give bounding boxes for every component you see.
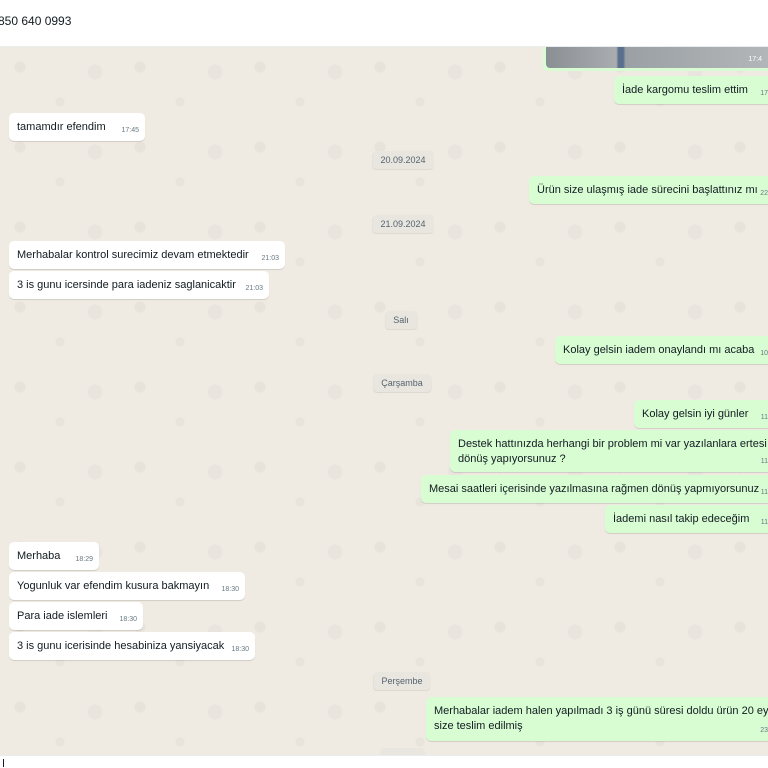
message-text: Kolay gelsin iyi günler [642,408,749,420]
message-text: Mesai saatleri içerisinde yazılmasına ra… [429,483,760,495]
message-time: 17:45 [121,127,139,134]
message-time: 10 [760,350,768,357]
incoming-message[interactable]: Para iade islemleri 18:30 [9,602,143,630]
message-text: Yogunluk var efendim kusura bakmayın [17,580,210,592]
message-time: 21:03 [245,285,263,292]
message-text: Ürün size ulaşmış iade sürecini başlattı… [537,184,758,196]
message-time: 11 [760,414,768,421]
date-divider [380,748,425,755]
message-text: 3 is gunu icersinde para iadeniz saglani… [17,279,236,291]
image-thumbnail[interactable]: 17:4 [546,47,768,68]
date-divider: 20.09.2024 [372,151,434,169]
message-time: 18:30 [221,586,239,593]
outgoing-message[interactable]: Kolay gelsin iyi günler 11 [634,400,768,428]
message-text: tamamdır efendim [17,121,106,133]
message-time: 22 [760,190,768,197]
chat-header: 850 640 0993 [0,0,768,47]
message-text: İademi nasıl takip edeceğim [613,513,750,525]
message-time: 21:03 [261,255,279,262]
message-time: 17 [760,90,768,97]
message-time: 17:4 [748,56,762,63]
message-text: Kolay gelsin iadem onaylandı mı acaba [563,344,755,356]
contact-phone-number[interactable]: 850 640 0993 [0,14,71,28]
outgoing-message[interactable]: Destek hattınızda herhangi bir problem m… [450,430,768,472]
message-text: Merhabalar iadem halen yapılmadı 3 iş gü… [434,705,768,732]
outgoing-message[interactable]: Ürün size ulaşmış iade sürecini başlattı… [529,176,768,204]
message-list[interactable]: 17:4 İade kargomu teslim ettim 17 tamamd… [0,47,768,755]
text-cursor [3,759,4,767]
outgoing-message[interactable]: Merhabalar iadem halen yapılmadı 3 iş gü… [426,697,768,741]
message-time: 18:29 [75,556,93,563]
incoming-message[interactable]: 3 is gunu icersinde para iadeniz saglani… [9,271,269,299]
outgoing-message[interactable]: İade kargomu teslim ettim 17 [614,76,768,104]
outgoing-message[interactable]: Kolay gelsin iadem onaylandı mı acaba 10 [555,336,768,364]
incoming-message[interactable]: Merhaba 18:29 [9,542,99,570]
date-divider: Çarşamba [373,374,431,392]
date-divider: 21.09.2024 [372,215,434,233]
message-time: 11 [760,489,768,496]
message-time: 18:30 [119,616,137,623]
message-composer[interactable] [0,755,768,768]
incoming-message[interactable]: Merhabalar kontrol surecimiz devam etmek… [9,241,285,269]
message-time: 23 [760,727,768,734]
message-time: 11 [760,458,768,465]
message-text: Para iade islemleri [17,610,108,622]
outgoing-message[interactable]: İademi nasıl takip edeceğim 11 [605,505,768,533]
date-divider: Salı [385,311,417,329]
outgoing-message[interactable]: Mesai saatleri içerisinde yazılmasına ra… [421,475,768,503]
incoming-message[interactable]: Yogunluk var efendim kusura bakmayın 18:… [9,572,245,600]
image-message[interactable]: 17:4 [543,47,768,71]
incoming-message[interactable]: tamamdır efendim 17:45 [9,113,145,141]
date-divider: Perşembe [373,672,431,690]
message-text: Merhabalar kontrol surecimiz devam etmek… [17,249,249,261]
message-text: İade kargomu teslim ettim [622,84,748,96]
message-text: 3 is gunu icerisinde hesabiniza yansiyac… [17,640,225,652]
message-time: 11 [760,519,768,526]
message-text: Destek hattınızda herhangi bir problem m… [458,438,767,465]
message-time: 18:30 [231,646,249,653]
incoming-message[interactable]: 3 is gunu icerisinde hesabiniza yansiyac… [9,632,255,660]
